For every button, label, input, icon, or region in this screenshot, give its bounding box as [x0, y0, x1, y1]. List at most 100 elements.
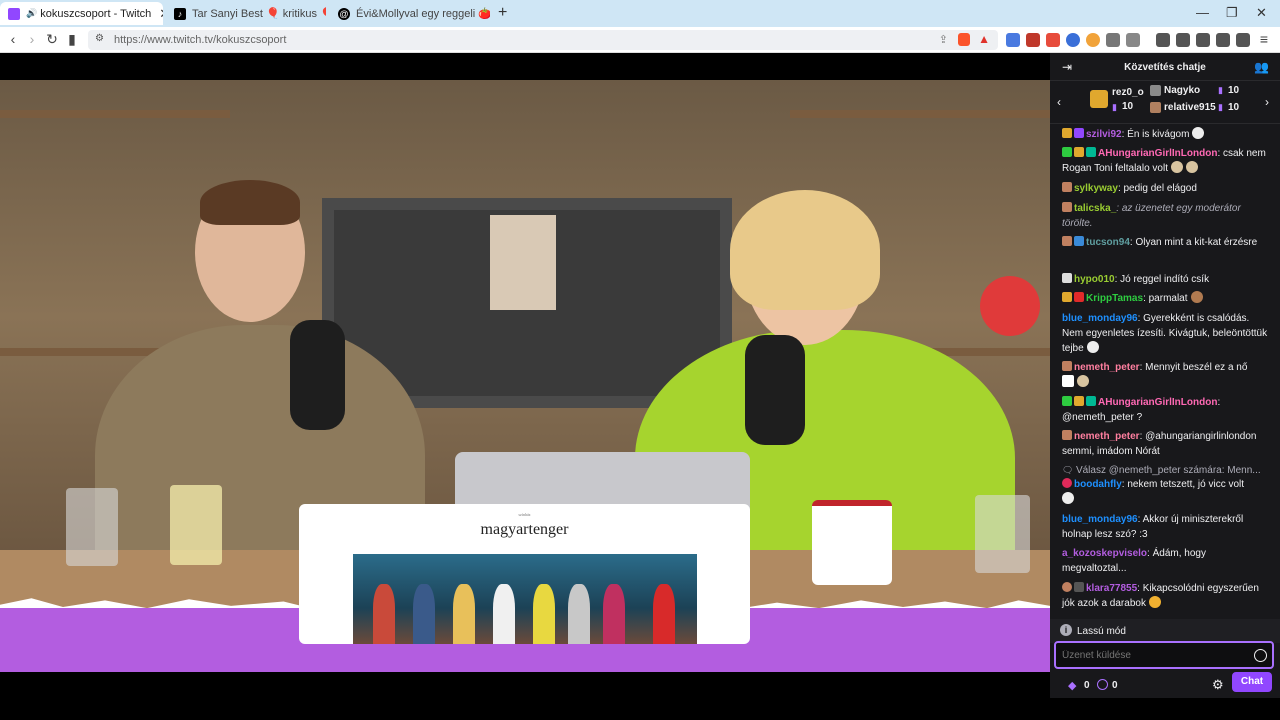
- chat-username[interactable]: klara77855: [1086, 583, 1137, 594]
- chat-message: tucson94: Olyan mint a kit-kat érzésre: [1062, 235, 1272, 250]
- ai-icon[interactable]: [1216, 33, 1230, 47]
- minimize-icon[interactable]: —: [1196, 5, 1209, 20]
- gifter-name[interactable]: rez0_o: [1112, 87, 1144, 98]
- restore-icon[interactable]: ❐: [1226, 5, 1238, 21]
- chat-message-list[interactable]: szilvi92: Én is kivágom AHungarianGirlIn…: [1050, 127, 1272, 617]
- sub-badge-icon: [1062, 236, 1072, 246]
- letterbox: [0, 672, 1050, 698]
- reply-context[interactable]: 🗨 Válasz @nemeth_peter számára: Menn...: [1062, 463, 1272, 478]
- slow-mode-label: Lassú mód: [1077, 626, 1126, 637]
- menu-icon[interactable]: ≡: [1256, 31, 1272, 47]
- tab-tiktok[interactable]: ♪ Tar Sanyi Best 🎈 kritikus 🎈 (@szop: [166, 2, 326, 25]
- chat-text: : Én is kivágom: [1121, 129, 1190, 140]
- emote-icon: [1186, 161, 1198, 173]
- team-nora-emote-icon: [1062, 375, 1074, 387]
- vpn-extension-icon[interactable]: [1066, 33, 1080, 47]
- color-extension-icon[interactable]: [1086, 33, 1100, 47]
- bits-icon[interactable]: ◆: [1068, 679, 1076, 692]
- chat-username[interactable]: hypo010: [1074, 274, 1115, 285]
- emote-picker-icon[interactable]: [1254, 649, 1267, 662]
- chat-username[interactable]: tucson94: [1086, 237, 1130, 248]
- reload-icon[interactable]: ↻: [44, 31, 60, 48]
- chat-username[interactable]: a_kozoskepviselo: [1062, 548, 1147, 559]
- chat-username[interactable]: blue_monday96: [1062, 313, 1138, 324]
- gifter-name[interactable]: Nagyko: [1164, 85, 1200, 96]
- forward-icon[interactable]: ›: [24, 31, 40, 47]
- emote-icon: [1192, 127, 1205, 139]
- partner-badge-icon: [1074, 292, 1084, 302]
- wallet-icon[interactable]: [1196, 33, 1210, 47]
- screenshot-extension-icon[interactable]: [1126, 33, 1140, 47]
- gift-sub-icon: ▮: [1218, 85, 1223, 95]
- media-icon[interactable]: [1156, 33, 1170, 47]
- leaderboard-prev-icon[interactable]: ‹: [1057, 95, 1061, 109]
- chat-username[interactable]: blue_monday96: [1062, 514, 1138, 525]
- moderator-badge-icon: [1062, 147, 1072, 157]
- chat-message: sylkyway: pedig del elágod: [1062, 181, 1272, 196]
- actor: [653, 584, 675, 644]
- vpn-shield-icon[interactable]: [1236, 33, 1250, 47]
- sub-badge-icon: [1074, 396, 1084, 406]
- chat-panel: ⇥ Közvetítés chatje 👥 ‹ rez0_o ▮ 10 Nagy…: [1050, 53, 1280, 698]
- tab-twitch[interactable]: 🔊 kokuszcsoport - Twitch ✕: [0, 2, 163, 25]
- community-icon[interactable]: 👥: [1254, 60, 1269, 74]
- gifter-name[interactable]: relative915: [1164, 102, 1216, 113]
- top-gifters-leaderboard: ‹ rez0_o ▮ 10 Nagyko ▮ 10 relative915 ▮ …: [1050, 82, 1280, 124]
- shelf: [790, 110, 1050, 118]
- gift-count: 10: [1122, 101, 1134, 112]
- chat-username[interactable]: talicska_: [1074, 203, 1116, 214]
- twitch-icon: [8, 7, 20, 20]
- chat-username[interactable]: AHungarianGirlInLondon: [1098, 397, 1217, 408]
- channel-points-count: 0: [1112, 680, 1118, 691]
- video-player[interactable]: színház magyartenger: [0, 53, 1050, 698]
- avatar: [1150, 102, 1161, 113]
- tab-threads[interactable]: @ Évi&Mollyval egy reggeli 🍅😍 (@m: [330, 2, 490, 25]
- chat-username[interactable]: boodahfly: [1074, 479, 1122, 490]
- puzzle-extension-icon[interactable]: [1106, 33, 1120, 47]
- new-tab-button[interactable]: +: [498, 4, 507, 22]
- sub-badge-icon: [1062, 202, 1072, 212]
- actor: [533, 584, 555, 644]
- chat-send-button[interactable]: Chat: [1232, 672, 1272, 692]
- share-icon[interactable]: ⇪: [939, 33, 948, 46]
- sub-badge-icon: [1062, 361, 1072, 371]
- sub-badge-icon: [1074, 147, 1084, 157]
- chat-username[interactable]: szilvi92: [1086, 129, 1122, 140]
- close-tab-icon[interactable]: ✕: [151, 6, 163, 22]
- moderator-badge-icon: [1062, 396, 1072, 406]
- emote-icon: [1077, 375, 1089, 387]
- channel-points-icon[interactable]: [1097, 679, 1108, 690]
- actor: [493, 584, 515, 644]
- chat-message: szilvi92: Én is kivágom: [1062, 127, 1272, 142]
- actor: [453, 584, 475, 644]
- gift-sub-icon: ▮: [1218, 102, 1223, 112]
- chat-username[interactable]: nemeth_peter: [1074, 362, 1140, 373]
- glass: [66, 488, 118, 566]
- x-extension-icon[interactable]: [1026, 33, 1040, 47]
- chat-message: blue_monday96: Akkor új miniszterekről h…: [1062, 512, 1272, 542]
- h-extension-icon[interactable]: [1046, 33, 1060, 47]
- chat-message: klara77855: Kikapcsolódni egyszerűen jók…: [1062, 581, 1272, 611]
- chat-username[interactable]: nemeth_peter: [1074, 431, 1140, 442]
- bookmark-icon[interactable]: ▮: [64, 31, 80, 48]
- chat-username[interactable]: AHungarianGirlInLondon: [1098, 148, 1217, 159]
- back-icon[interactable]: ‹: [5, 31, 21, 47]
- address-bar[interactable]: ⚙ https://www.twitch.tv/kokuszcsoport ⇪ …: [88, 30, 998, 50]
- speaker-icon: 🔊: [26, 8, 38, 18]
- brave-shield-icon[interactable]: [958, 33, 970, 46]
- chat-input[interactable]: [1054, 641, 1274, 669]
- chat-settings-icon[interactable]: ⚙: [1212, 677, 1224, 693]
- brave-rewards-icon[interactable]: ▲: [978, 32, 990, 46]
- bottom-bar: [0, 698, 1280, 720]
- article-photo: [353, 554, 697, 644]
- sidebar-icon[interactable]: [1176, 33, 1190, 47]
- heart-badge-icon: [1062, 478, 1072, 488]
- leaderboard-next-icon[interactable]: ›: [1265, 95, 1269, 109]
- emote-icon: [1148, 596, 1161, 608]
- site-settings-icon[interactable]: ⚙: [95, 33, 104, 44]
- translate-extension-icon[interactable]: [1006, 33, 1020, 47]
- actor: [568, 584, 590, 644]
- chat-username[interactable]: sylkyway: [1074, 183, 1118, 194]
- close-window-icon[interactable]: ✕: [1256, 5, 1267, 21]
- chat-username[interactable]: KrippTamas: [1086, 293, 1143, 304]
